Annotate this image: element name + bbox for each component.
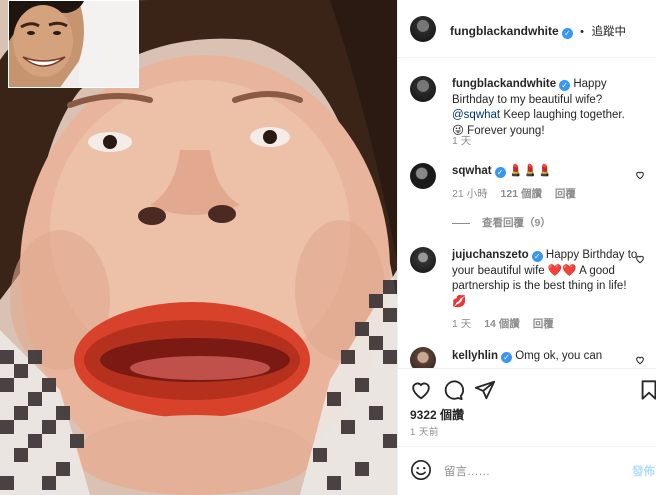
commenter-avatar[interactable] [410,163,436,189]
comment-text: sqwhat ✓ 💄💄💄 [452,164,638,180]
commenter-avatar[interactable] [410,347,436,368]
view-replies-label[interactable]: 查看回覆（9） [482,217,551,229]
video-call-inset [8,0,139,88]
follow-status[interactable]: 追蹤中 [591,26,626,38]
comment-meta: 21 小時 121 個讚 回覆 [452,186,586,201]
caption-meta: 1 天 [452,133,481,148]
header-author-line: fungblackandwhite ✓ • 追蹤中 [450,22,626,40]
post-like-count[interactable]: 9322 個讚 [410,406,464,423]
caption-username[interactable]: fungblackandwhite [452,78,556,90]
dot-separator: • [580,26,584,38]
bookmark-icon[interactable] [638,379,656,401]
comment-like-heart-icon[interactable] [635,254,645,264]
verified-badge-icon: ✓ [561,28,573,39]
post-timestamp[interactable]: 1 天前 [410,424,439,438]
verified-badge-icon: ✓ [501,352,513,363]
post-header: fungblackandwhite ✓ • 追蹤中 [398,0,656,58]
comment-text: jujuchanszeto ✓ Happy Birthday to your be… [452,248,638,310]
add-comment-bar: 留言…… 發佈 [398,446,656,495]
comment-meta: 1 天 14 個讚 回覆 [452,316,564,331]
comment-icon[interactable] [442,379,464,401]
view-replies-button[interactable]: 查看回覆（9） [452,215,551,230]
comment-like-heart-icon[interactable] [635,170,645,180]
commenter-avatar[interactable] [410,247,436,273]
comment-username[interactable]: kellyhlin [452,350,498,362]
comment-input[interactable]: 留言…… [444,463,490,479]
comment-time: 21 小時 [452,188,488,200]
comment-like-count[interactable]: 14 個讚 [484,318,520,330]
verified-badge-icon: ✓ [531,251,543,262]
comment-body: Omg ok, you can [515,350,603,362]
comment-time: 1 天 [452,318,472,330]
comment-item: jujuchanszeto ✓ Happy Birthday to your be… [398,239,656,339]
comment-reply-button[interactable]: 回覆 [555,188,576,200]
comment-reply-button[interactable]: 回覆 [533,318,554,330]
post-caption: fungblackandwhite ✓ Happy Birthday to my … [398,59,656,155]
comments-scroll-area[interactable]: fungblackandwhite ✓ Happy Birthday to my … [398,59,656,368]
comment-like-count[interactable]: 121 個讚 [501,188,542,200]
verified-badge-icon: ✓ [559,80,571,91]
author-username[interactable]: fungblackandwhite [450,24,559,38]
comment-like-heart-icon[interactable] [635,355,645,365]
caption-avatar[interactable] [410,76,436,102]
smiley-icon[interactable] [410,459,432,481]
heart-icon[interactable] [410,379,432,401]
author-avatar[interactable] [410,16,436,42]
verified-badge-icon: ✓ [494,167,506,178]
comment-item: sqwhat ✓ 💄💄💄 21 小時 121 個讚 回覆 查看回覆（9） [398,155,656,235]
replies-divider-line [452,222,470,224]
comment-body: 💄💄💄 [508,165,552,177]
post-photo [0,0,397,495]
comment-text: kellyhlin ✓ Omg ok, you can [452,349,638,365]
post-action-bar [398,368,656,408]
comment-username[interactable]: jujuchanszeto [452,249,529,261]
caption-time: 1 天 [452,135,472,147]
caption-text: fungblackandwhite ✓ Happy Birthday to my … [452,77,638,139]
inset-face-illustration [9,1,138,87]
comment-item: kellyhlin ✓ Omg ok, you can [398,343,656,368]
caption-mention-link[interactable]: @sqwhat [452,109,500,121]
post-comment-button[interactable]: 發佈 [632,463,655,479]
comment-username[interactable]: sqwhat [452,165,492,177]
paper-plane-icon[interactable] [474,379,496,401]
post-side-panel: fungblackandwhite ✓ • 追蹤中 fungblackandwhi… [397,0,656,495]
